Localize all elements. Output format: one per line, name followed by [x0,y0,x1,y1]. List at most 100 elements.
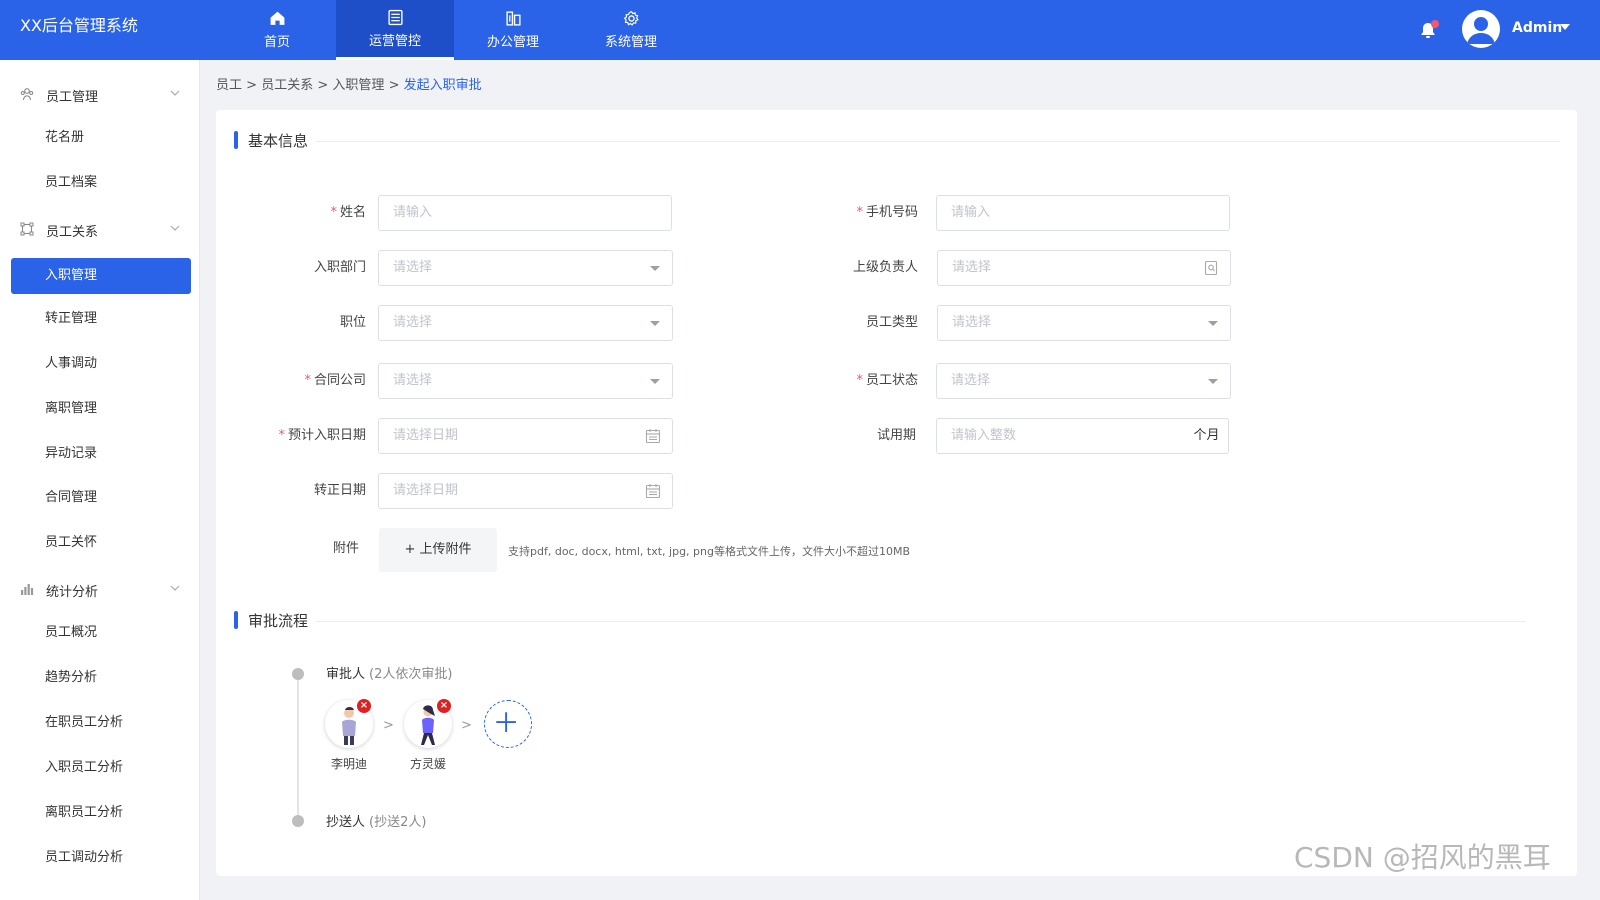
calendar-icon [645,484,661,499]
approver-title: 审批人 (2人依次审批) [326,667,453,682]
sidebar-item-contracts[interactable]: 合同管理 [11,480,191,516]
nav-office[interactable]: 办公管理 [454,0,572,60]
position-select[interactable]: 请选择 [378,305,673,341]
department-select[interactable]: 请选择 [378,250,673,286]
sidebar-item-leave-analysis[interactable]: 离职员工分析 [11,795,191,831]
sidebar-item-resignation[interactable]: 离职管理 [11,391,191,427]
entry-date-label: * 预计入职日期 [278,428,366,443]
section-approval-flow: 审批流程 [234,608,308,632]
breadcrumb-sep: > [388,78,400,93]
dropdown-caret-icon [650,266,660,271]
sidebar-item-roster[interactable]: 花名册 [11,120,191,156]
sidebar-group-employee-relations[interactable]: 员工关系 [0,209,200,249]
breadcrumb-sep: > [317,78,329,93]
sidebar-item-onboard-analysis[interactable]: 入职员工分析 [11,750,191,786]
timeline-line [297,674,299,822]
remove-approver-icon[interactable]: × [357,699,371,713]
probation-unit: 个月 [1185,418,1229,454]
add-approver-button[interactable] [484,700,532,748]
breadcrumb-onboarding[interactable]: 入职管理 [332,78,384,93]
company-select[interactable]: 请选择 [378,363,673,399]
user-search-icon[interactable] [1202,259,1220,277]
approver-name: 李明迪 [330,757,367,771]
sidebar-item-active-analysis[interactable]: 在职员工分析 [11,705,191,741]
breadcrumb: 员工 > 员工关系 > 入职管理 > 发起入职审批 [216,74,482,93]
breadcrumb-sep: > [246,78,258,93]
position-label: 职位 [339,315,366,330]
form-card: 基本信息 * 姓名 请输入 * 手机号码 请输入 入职部门 请选择 上级负责人 请选… [216,110,1577,876]
timeline-dot [292,815,304,827]
sidebar-item-trend[interactable]: 趋势分析 [11,660,191,696]
sidebar-item-care[interactable]: 员工关怀 [11,525,191,561]
dropdown-caret-icon [650,321,660,326]
building-icon [505,11,521,26]
nav-operations[interactable]: 运营管控 [336,0,454,60]
company-label: * 合同公司 [304,373,366,388]
nav-office-label: 办公管理 [486,35,539,50]
user-menu-caret-icon[interactable] [1560,24,1570,30]
employee-type-select[interactable]: 请选择 [937,305,1231,341]
department-label: 入职部门 [313,260,366,275]
cc-title: 抄送人 (抄送2人) [326,815,427,830]
approval-arrow: > [461,718,472,733]
relation-icon [20,222,34,236]
nav-system-label: 系统管理 [604,35,657,50]
section-divider [316,141,1560,142]
plus-icon [496,712,516,732]
manager-select[interactable]: 请选择 [937,250,1231,286]
bar-chart-icon [21,584,34,595]
breadcrumb-employee[interactable]: 员工 [216,78,242,93]
employee-type-label: 员工类型 [865,315,918,330]
section-marker [234,131,238,149]
home-icon [270,11,284,25]
sidebar-group-employee-mgmt[interactable]: 员工管理 [0,74,200,114]
sidebar-item-employee-files[interactable]: 员工档案 [11,165,191,201]
probation-label: 试用期 [876,428,916,443]
sidebar-item-transfer-analysis[interactable]: 员工调动分析 [11,840,191,876]
employee-status-label: * 员工状态 [856,373,918,388]
entry-date-picker[interactable]: 请选择日期 [378,418,673,454]
name-input[interactable]: 请输入 [378,195,672,231]
breadcrumb-current: 发起入职审批 [403,78,482,93]
upload-hint: 支持pdf, doc, docx, html, txt, jpg, png等格式… [508,545,911,558]
sidebar: 员工管理 花名册 员工档案 员工关系 入职管理 转正管理 人事调动 离职管理 异… [0,60,200,900]
upload-attachment-button[interactable]: + 上传附件 [379,528,497,572]
sidebar-item-transfer[interactable]: 人事调动 [11,346,191,382]
section-title: 审批流程 [248,611,309,630]
regular-date-picker[interactable]: 请选择日期 [378,473,673,509]
sidebar-group-label: 员工管理 [46,90,99,105]
approver-name: 方灵媛 [409,757,446,771]
regular-date-label: 转正日期 [313,483,366,498]
breadcrumb-relations[interactable]: 员工关系 [261,78,313,93]
sidebar-group-statistics[interactable]: 统计分析 [0,569,200,609]
attachment-label: 附件 [332,541,359,556]
server-icon [387,9,403,25]
sidebar-item-regularization[interactable]: 转正管理 [11,301,191,337]
nav-operations-label: 运营管控 [368,33,421,49]
notification-dot [1431,20,1439,28]
phone-input[interactable]: 请输入 [936,195,1230,231]
chevron-down-icon [170,90,180,96]
dropdown-caret-icon [1208,321,1218,326]
sidebar-group-label: 员工关系 [46,225,99,240]
chevron-down-icon [170,225,180,231]
section-marker [234,611,238,629]
dropdown-caret-icon [1208,379,1218,384]
phone-label: * 手机号码 [856,205,918,220]
chevron-down-icon [170,585,180,591]
sidebar-item-onboarding[interactable]: 入职管理 [11,258,191,294]
manager-label: 上级负责人 [852,260,918,275]
sidebar-item-overview[interactable]: 员工概况 [11,615,191,651]
nav-system[interactable]: 系统管理 [572,0,690,60]
user-avatar[interactable] [1462,10,1500,48]
timeline-dot [292,668,304,680]
section-title: 基本信息 [248,131,309,150]
sidebar-item-change-records[interactable]: 异动记录 [11,436,191,472]
user-name[interactable]: Admin [1512,0,1562,56]
probation-input[interactable]: 请输入整数 [936,418,1186,454]
remove-approver-icon[interactable]: × [437,699,451,713]
nav-home[interactable]: 首页 [218,0,336,60]
dropdown-caret-icon [650,379,660,384]
employee-status-select[interactable]: 请选择 [936,363,1231,399]
user-icon [1467,17,1495,44]
